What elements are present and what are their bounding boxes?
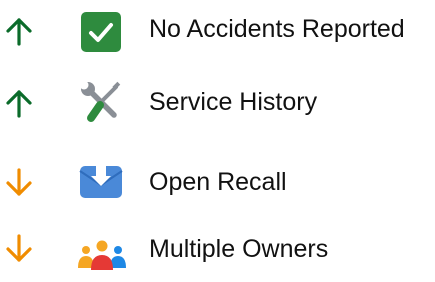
arrow-down-icon [4, 234, 34, 264]
checkmark-box-icon [74, 3, 130, 59]
history-item-label: Service History [149, 88, 318, 116]
history-item-no-accidents: No Accidents Reported [0, 0, 435, 60]
history-item-service-history: Service History [0, 70, 435, 130]
owners-group-icon [74, 226, 130, 282]
wrench-screwdriver-icon [74, 75, 130, 131]
recall-envelope-icon [74, 154, 130, 210]
history-item-label: Open Recall [149, 168, 287, 196]
arrow-up-icon [4, 88, 34, 118]
history-item-multiple-owners: Multiple Owners [0, 218, 435, 278]
history-item-label: No Accidents Reported [149, 15, 405, 43]
history-item-open-recall: Open Recall [0, 148, 435, 208]
arrow-up-icon [4, 16, 34, 46]
arrow-down-icon [4, 168, 34, 198]
history-item-label: Multiple Owners [149, 235, 329, 263]
